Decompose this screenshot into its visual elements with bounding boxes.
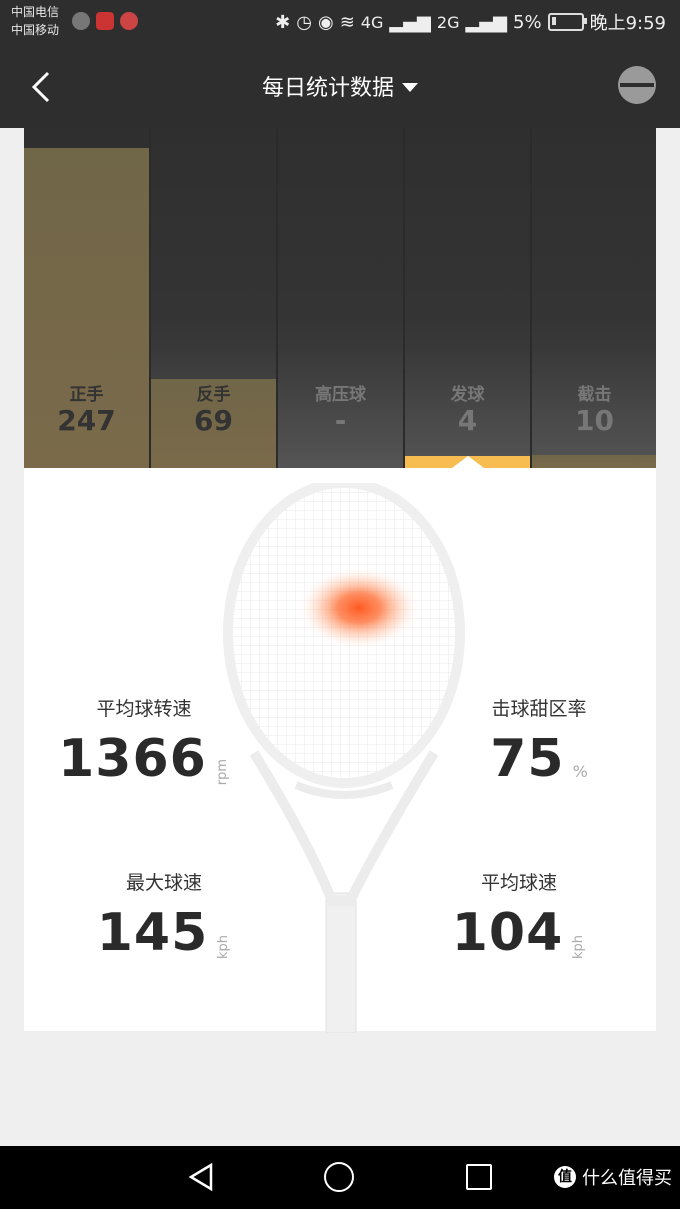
sweet-spot-unit: % bbox=[572, 762, 588, 781]
carrier-2: 中国移动 bbox=[11, 23, 60, 37]
bluetooth-icon: ✱ bbox=[275, 11, 291, 33]
system-back-icon[interactable] bbox=[186, 1162, 216, 1192]
bar-value-1: 69 bbox=[194, 404, 233, 437]
max-speed-label: 最大球速 bbox=[125, 872, 202, 894]
carrier-info: 中国电信 中国移动 bbox=[11, 3, 59, 39]
carrier-1: 中国电信 bbox=[11, 5, 60, 19]
chart-divider bbox=[149, 128, 151, 468]
avg-speed-value: 104 bbox=[451, 903, 564, 963]
bar-value-4: 10 bbox=[575, 404, 614, 437]
bar-label-4: 截击 bbox=[577, 385, 612, 405]
status-bar: 中国电信 中国移动 ✱ ◷ ◉ ≋ 4G ▂▄▆ 2G ▂▄▆ 5% 晚上9:5… bbox=[0, 0, 680, 48]
stats-card: 正手247反手69高压球-发球4截击10 平均球转速 1366 bbox=[24, 128, 656, 1033]
chart-column-1[interactable]: 反手 69 bbox=[151, 128, 276, 468]
system-nav-bar: 值 什么值得买 bbox=[0, 1146, 680, 1209]
chart-divider bbox=[403, 128, 405, 468]
bar-label-1: 反手 bbox=[196, 385, 231, 405]
avg-speed-unit: kph bbox=[571, 934, 587, 959]
bar-value-0: 247 bbox=[57, 404, 116, 437]
wifi-icon: ≋ bbox=[339, 11, 355, 33]
network-4g: 4G bbox=[360, 12, 384, 32]
bar-value-2: - bbox=[334, 404, 347, 437]
avg-spin-stat: 平均球转速 1366 rpm bbox=[44, 694, 244, 787]
max-speed-unit: kph bbox=[216, 934, 232, 959]
clock: 晚上9:59 bbox=[589, 13, 666, 34]
stroke-type-chart: 正手 247 反手 69 高压球 - 发球 4 截击 10 bbox=[24, 128, 656, 468]
device-icon[interactable] bbox=[618, 66, 656, 104]
chart-column-2[interactable]: 高压球 - bbox=[278, 128, 403, 468]
chevron-down-icon bbox=[402, 82, 418, 92]
eye-comfort-icon: ◉ bbox=[317, 11, 334, 33]
chart-column-0[interactable]: 正手 247 bbox=[24, 128, 149, 468]
network-2g: 2G bbox=[436, 12, 460, 32]
avg-spin-value: 1366 bbox=[58, 729, 207, 789]
watermark: 值 什么值得买 bbox=[554, 1164, 672, 1190]
weibo-icon bbox=[120, 12, 138, 30]
shield-icon bbox=[72, 12, 90, 30]
battery-percent: 5% bbox=[513, 11, 542, 33]
notification-icons bbox=[72, 12, 138, 30]
alarm-icon: ◷ bbox=[296, 11, 312, 33]
page-title-dropdown[interactable]: 每日统计数据 bbox=[0, 70, 680, 102]
nav-bar: 每日统计数据 bbox=[0, 48, 680, 128]
page-title: 每日统计数据 bbox=[261, 76, 394, 101]
sweet-spot-label: 击球甜区率 bbox=[491, 698, 587, 720]
max-speed-value: 145 bbox=[96, 903, 209, 963]
chart-divider bbox=[276, 128, 278, 468]
battery-icon bbox=[547, 13, 587, 31]
chart-column-3[interactable]: 发球 4 bbox=[405, 128, 530, 468]
sweet-spot-value: 75 bbox=[490, 729, 565, 789]
watermark-text: 什么值得买 bbox=[582, 1168, 672, 1189]
bar-label-3: 发球 bbox=[450, 385, 485, 405]
bar-value-3: 4 bbox=[457, 404, 478, 437]
bar-4 bbox=[532, 455, 656, 468]
selected-notch bbox=[451, 456, 484, 468]
sweet-spot-stat: 击球甜区率 75 % bbox=[454, 694, 624, 787]
chart-divider bbox=[530, 128, 532, 468]
chart-column-4[interactable]: 截击 10 bbox=[532, 128, 656, 468]
system-home-icon[interactable] bbox=[324, 1162, 354, 1192]
bar-label-2: 高压球 bbox=[315, 385, 366, 405]
signal-icon: ▂▄▆ bbox=[389, 11, 431, 33]
watermark-logo: 值 bbox=[554, 1166, 576, 1188]
listen-app-icon bbox=[96, 12, 114, 30]
signal-icon-2: ▂▄▆ bbox=[465, 11, 508, 33]
bar-label-0: 正手 bbox=[69, 385, 104, 405]
status-icons: ✱ ◷ ◉ ≋ 4G ▂▄▆ 2G ▂▄▆ 5% 晚上9:59 bbox=[275, 9, 666, 35]
avg-speed-label: 平均球速 bbox=[480, 872, 557, 894]
system-recents-icon[interactable] bbox=[466, 1164, 492, 1190]
avg-speed-stat: 平均球速 104 kph bbox=[429, 868, 609, 961]
avg-spin-label: 平均球转速 bbox=[96, 698, 192, 720]
avg-spin-unit: rpm bbox=[214, 758, 230, 785]
max-speed-stat: 最大球速 145 kph bbox=[74, 868, 254, 961]
